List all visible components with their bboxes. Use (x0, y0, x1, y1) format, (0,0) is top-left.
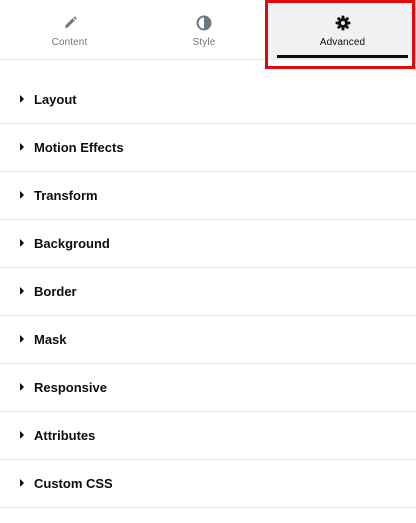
section-title: Custom CSS (34, 476, 113, 491)
pencil-icon (61, 14, 79, 32)
section-title: Attributes (34, 428, 96, 443)
half-circle-icon (195, 14, 213, 32)
caret-right-icon (20, 191, 24, 199)
caret-right-icon (20, 479, 24, 487)
advanced-settings-panel: Content Style Advanced Layout Motion Eff… (0, 0, 416, 523)
section-motion-effects[interactable]: Motion Effects (0, 124, 416, 172)
section-layout[interactable]: Layout (0, 76, 416, 124)
section-title: Border (34, 284, 77, 299)
section-custom-css[interactable]: Custom CSS (0, 460, 416, 508)
caret-right-icon (20, 143, 24, 151)
section-transform[interactable]: Transform (0, 172, 416, 220)
tab-advanced-label: Advanced (319, 37, 366, 48)
tab-content-label: Content (51, 37, 88, 48)
caret-right-icon (20, 287, 24, 295)
section-mask[interactable]: Mask (0, 316, 416, 364)
tab-style-label: Style (192, 37, 216, 48)
section-title: Layout (34, 92, 77, 107)
caret-right-icon (20, 431, 24, 439)
section-title: Transform (34, 188, 98, 203)
caret-right-icon (20, 239, 24, 247)
section-title: Background (34, 236, 110, 251)
section-border[interactable]: Border (0, 268, 416, 316)
active-tab-indicator (277, 55, 408, 58)
section-background[interactable]: Background (0, 220, 416, 268)
caret-right-icon (20, 335, 24, 343)
tab-content[interactable]: Content (0, 0, 139, 60)
panel-tabs: Content Style Advanced (0, 0, 416, 60)
section-title: Mask (34, 332, 67, 347)
caret-right-icon (20, 383, 24, 391)
section-title: Responsive (34, 380, 107, 395)
section-responsive[interactable]: Responsive (0, 364, 416, 412)
section-title: Motion Effects (34, 140, 124, 155)
section-attributes[interactable]: Attributes (0, 412, 416, 460)
caret-right-icon (20, 95, 24, 103)
gear-icon (334, 14, 352, 32)
section-list: Layout Motion Effects Transform Backgrou… (0, 76, 416, 508)
tab-advanced[interactable]: Advanced (269, 0, 416, 60)
tab-style[interactable]: Style (139, 0, 269, 60)
